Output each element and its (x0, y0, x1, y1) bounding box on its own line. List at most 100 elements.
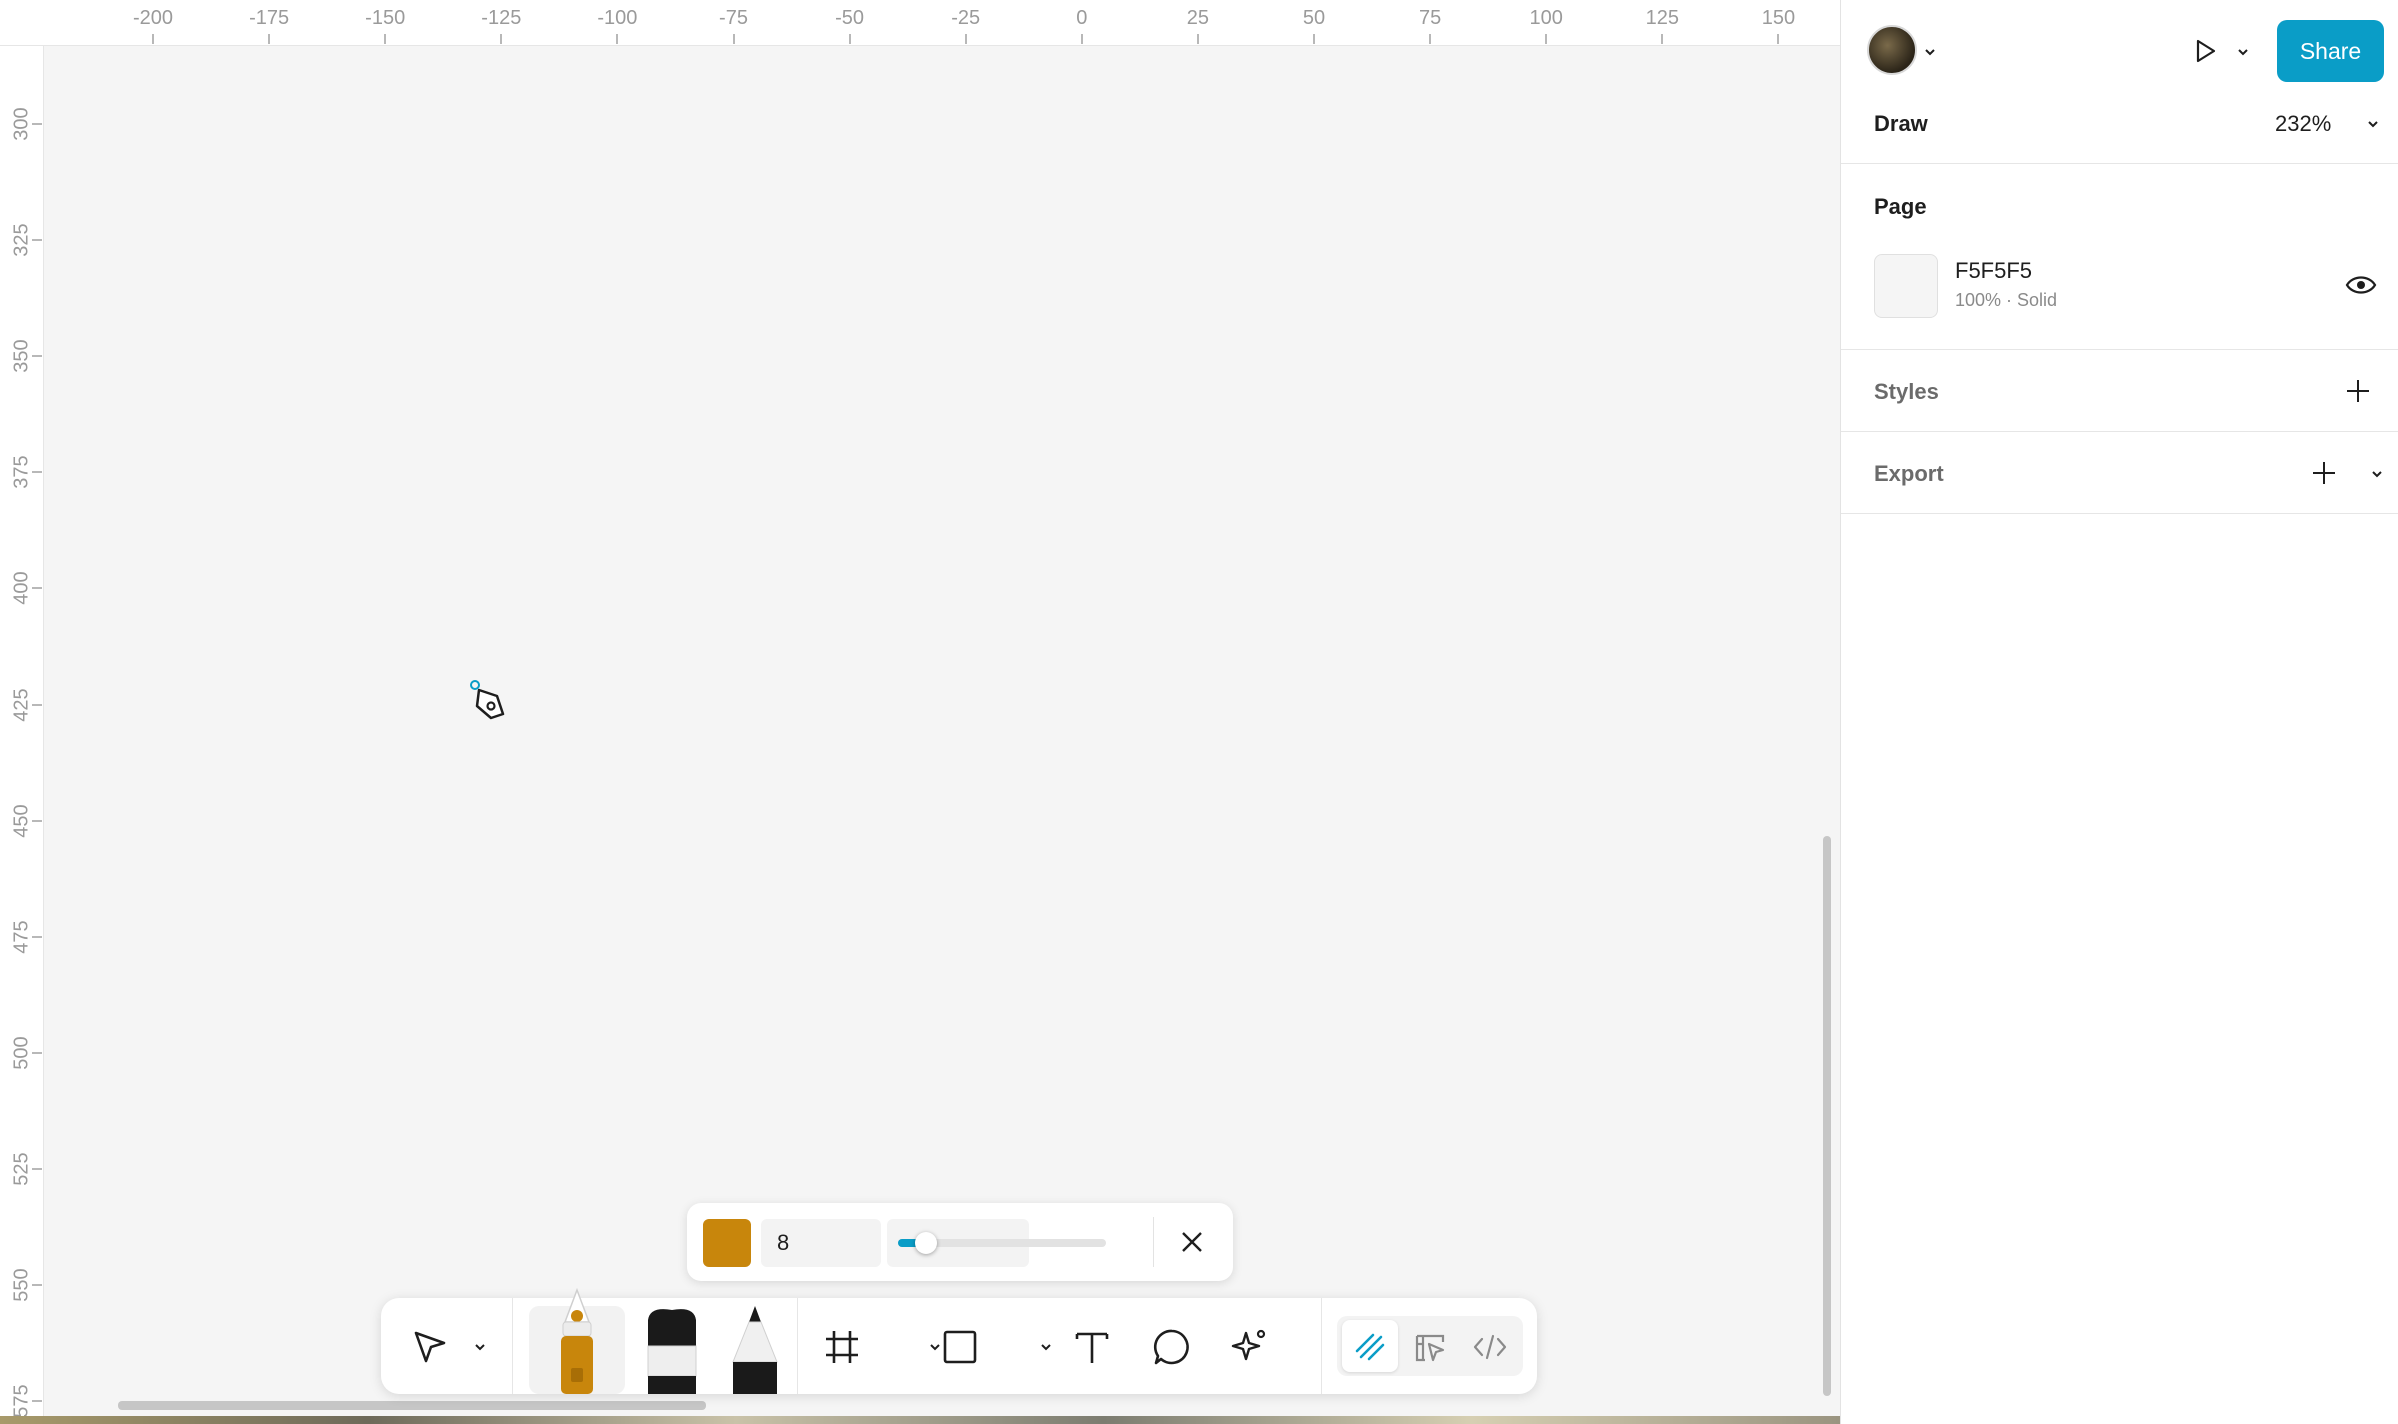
ruler-top-label: -75 (719, 7, 748, 29)
ruler-left-label: 500 (10, 1036, 33, 1070)
ruler-top-label: 50 (1302, 7, 1326, 29)
ruler-left-tick (32, 355, 42, 358)
ruler-left-label: 575 (10, 1384, 33, 1418)
ruler-left-tick (32, 1167, 42, 1170)
text-tool-button[interactable] (1067, 1322, 1117, 1372)
brush-options-bar: 8 (687, 1203, 1233, 1281)
divider (1153, 1217, 1154, 1267)
brush-size-input[interactable]: 8 (761, 1219, 881, 1267)
plus-icon[interactable] (2345, 378, 2371, 404)
ruler-top-label: -150 (365, 7, 406, 29)
pencil-icon (732, 1306, 778, 1394)
chevron-down-icon[interactable] (2364, 115, 2382, 133)
ruler-left-tick (32, 1400, 42, 1403)
ruler-top-tick (500, 34, 503, 44)
desktop-strip (0, 1416, 1840, 1424)
move-tool-button[interactable] (405, 1322, 455, 1372)
ruler-top-tick (616, 34, 619, 44)
design-mode-button[interactable] (1405, 1322, 1455, 1372)
ruler-left-tick (32, 587, 42, 590)
ruler-top-label: -50 (835, 7, 865, 29)
dev-mode-button[interactable] (1465, 1322, 1515, 1372)
ruler-top-label: 125 (1645, 7, 1679, 29)
ruler-left-tick (32, 935, 42, 938)
brush-color-swatch[interactable] (703, 1219, 751, 1267)
ruler-left-label: 550 (10, 1268, 33, 1302)
ruler-top-tick (1777, 34, 1780, 44)
ruler-top-tick (268, 34, 271, 44)
ruler-left-label: 475 (10, 920, 33, 954)
close-button[interactable] (1167, 1217, 1217, 1267)
divider (1321, 1298, 1322, 1394)
ruler-left-label: 300 (10, 107, 33, 141)
ruler-top-label: -175 (249, 7, 290, 29)
ruler-top-tick (1545, 34, 1548, 44)
text-icon (1075, 1332, 1109, 1363)
ruler-top-label: 75 (1418, 7, 1442, 29)
horizontal-scrollbar[interactable] (118, 1401, 706, 1410)
brush-size-slider-thumb[interactable] (915, 1232, 937, 1254)
ruler-top-tick (152, 34, 154, 44)
frame-tool-button[interactable] (817, 1322, 867, 1372)
ruler-left-tick (32, 1284, 42, 1286)
plus-icon[interactable] (2311, 460, 2337, 486)
fountain-pen-icon (561, 1287, 593, 1394)
ruler-left-tick (32, 123, 42, 125)
move-arrow-icon (414, 1331, 446, 1363)
ruler-top-label: 25 (1186, 7, 1210, 29)
chevron-down-icon[interactable] (1037, 1338, 1055, 1356)
ai-tool-button[interactable] (1225, 1322, 1275, 1372)
ruler-top-tick (1080, 34, 1083, 44)
ruler-left-tick (32, 703, 42, 706)
draw-title: Draw (1874, 111, 1928, 136)
ruler-top-label: 100 (1529, 7, 1563, 29)
ruler-top-label: 0 (1076, 7, 1088, 29)
ruler-top-label: -200 (132, 7, 174, 29)
ruler-top-tick (1661, 34, 1664, 44)
pen-tool-button[interactable] (529, 1287, 625, 1394)
code-icon (1473, 1334, 1507, 1360)
close-icon (1182, 1232, 1202, 1252)
brush-tool-button[interactable] (637, 1306, 707, 1394)
chevron-down-icon[interactable] (471, 1338, 489, 1356)
ruler-top-tick (1429, 34, 1432, 44)
comment-tool-button[interactable] (1147, 1322, 1197, 1372)
pencil-tool-button[interactable] (725, 1306, 785, 1394)
page-fill-hex[interactable]: F5F5F5 (1955, 258, 2032, 284)
page-fill-swatch[interactable] (1874, 254, 1938, 318)
page-title: Page (1874, 194, 1927, 219)
ruler-left-label: 375 (10, 455, 33, 489)
eye-icon[interactable] (2345, 272, 2377, 298)
chevron-down-icon[interactable] (2368, 465, 2386, 483)
draw-section: Draw 232% (1841, 0, 2398, 164)
ruler-top-tick (848, 34, 851, 44)
bottom-toolbar (381, 1287, 1537, 1394)
rectangle-icon (943, 1330, 977, 1364)
frame-hash-icon (826, 1331, 858, 1363)
comment-bubble-icon (1153, 1329, 1189, 1365)
divider (512, 1298, 513, 1394)
divider (797, 1298, 798, 1394)
ruler-top-label: -25 (951, 7, 981, 29)
styles-title: Styles (1874, 379, 1939, 404)
styles-section: Styles (1841, 350, 2398, 432)
pen-cursor-icon (470, 680, 505, 720)
ruler-left: 300 325 350 375 400 425 450 475 500 525 550 575 (0, 46, 44, 1424)
draw-mode-icon (1355, 1333, 1385, 1361)
ruler-top-label: 150 (1761, 7, 1796, 29)
ruler-top-tick (384, 34, 387, 44)
ruler-top-tick (1196, 34, 1199, 44)
zoom-level[interactable]: 232% (2275, 111, 2331, 137)
draw-mode-button[interactable] (1342, 1320, 1398, 1372)
ruler-left-label: 525 (10, 1152, 33, 1186)
ruler-left-label: 450 (10, 803, 33, 838)
page-fill-meta: 100% · Solid (1955, 290, 2058, 310)
paint-brush-icon (647, 1309, 697, 1394)
ruler-left-tick (32, 471, 42, 474)
ruler-left-label: 425 (10, 687, 33, 722)
ruler-left-label: 400 (10, 571, 33, 606)
sparkle-ai-icon (1231, 1329, 1266, 1361)
vertical-scrollbar[interactable] (1823, 836, 1831, 1396)
rectangle-tool-button[interactable] (935, 1322, 985, 1372)
ruler-top-tick (732, 34, 735, 44)
